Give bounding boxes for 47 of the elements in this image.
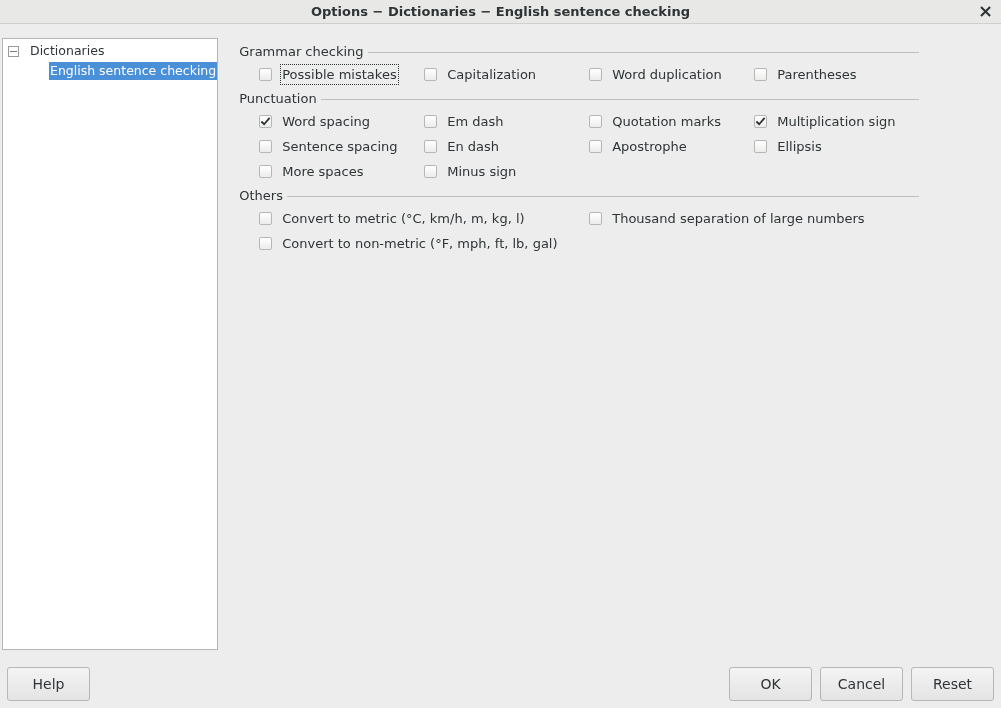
option-label[interactable]: Word duplication bbox=[610, 63, 724, 86]
dialog-button[interactable]: Cancel bbox=[820, 667, 903, 701]
checkbox[interactable] bbox=[589, 140, 603, 153]
window-title: Options − Dictionaries − English sentence checking bbox=[311, 2, 690, 21]
option-label[interactable]: Possible mistakes bbox=[280, 63, 399, 86]
checkbox[interactable] bbox=[754, 115, 768, 128]
option-label[interactable]: Multiplication sign bbox=[775, 110, 898, 133]
checkbox[interactable] bbox=[424, 68, 438, 81]
checkbox[interactable] bbox=[424, 165, 438, 178]
option-label[interactable]: Capitalization bbox=[445, 63, 539, 86]
checkbox[interactable] bbox=[589, 115, 603, 128]
collapse-icon[interactable] bbox=[8, 45, 19, 57]
section-heading: Punctuation bbox=[239, 90, 317, 109]
checkbox[interactable] bbox=[424, 115, 438, 128]
option-label[interactable]: Word spacing bbox=[280, 110, 372, 133]
dialog-button[interactable]: Reset bbox=[911, 667, 994, 701]
checkbox[interactable] bbox=[259, 68, 273, 81]
option-label[interactable]: Ellipsis bbox=[775, 135, 824, 158]
checkbox[interactable] bbox=[589, 212, 603, 225]
option-label[interactable]: Sentence spacing bbox=[280, 135, 400, 158]
checkbox[interactable] bbox=[259, 212, 273, 225]
checkbox[interactable] bbox=[589, 68, 603, 81]
option-label[interactable]: Convert to metric (°C, km/h, m, kg, l) bbox=[280, 207, 527, 230]
checkbox[interactable] bbox=[424, 140, 438, 153]
option-label[interactable]: Quotation marks bbox=[610, 110, 724, 133]
option-label[interactable]: Thousand separation of large numbers bbox=[610, 207, 867, 230]
option-label[interactable]: En dash bbox=[445, 135, 502, 158]
option-label[interactable]: Apostrophe bbox=[610, 135, 689, 158]
checkbox[interactable] bbox=[754, 140, 768, 153]
checkmark-icon bbox=[260, 116, 272, 127]
option-label[interactable]: Em dash bbox=[445, 110, 506, 133]
option-label[interactable]: More spaces bbox=[280, 160, 366, 183]
checkbox[interactable] bbox=[259, 165, 273, 178]
checkbox[interactable] bbox=[754, 68, 768, 81]
option-label[interactable]: Minus sign bbox=[445, 160, 519, 183]
dialog-button[interactable]: OK bbox=[729, 667, 812, 701]
option-label[interactable]: Parentheses bbox=[775, 63, 859, 86]
checkbox[interactable] bbox=[259, 237, 273, 250]
checkmark-icon bbox=[755, 116, 767, 127]
section-heading: Grammar checking bbox=[239, 43, 364, 62]
dialog-button[interactable]: Help bbox=[7, 667, 90, 701]
section-heading: Others bbox=[239, 187, 283, 206]
checkbox[interactable] bbox=[259, 140, 273, 153]
checkbox[interactable] bbox=[259, 115, 273, 128]
close-button[interactable]: × bbox=[977, 1, 993, 21]
option-label[interactable]: Convert to non-metric (°F, mph, ft, lb, gal) bbox=[280, 232, 560, 255]
tree-item[interactable]: Dictionaries bbox=[29, 41, 106, 61]
